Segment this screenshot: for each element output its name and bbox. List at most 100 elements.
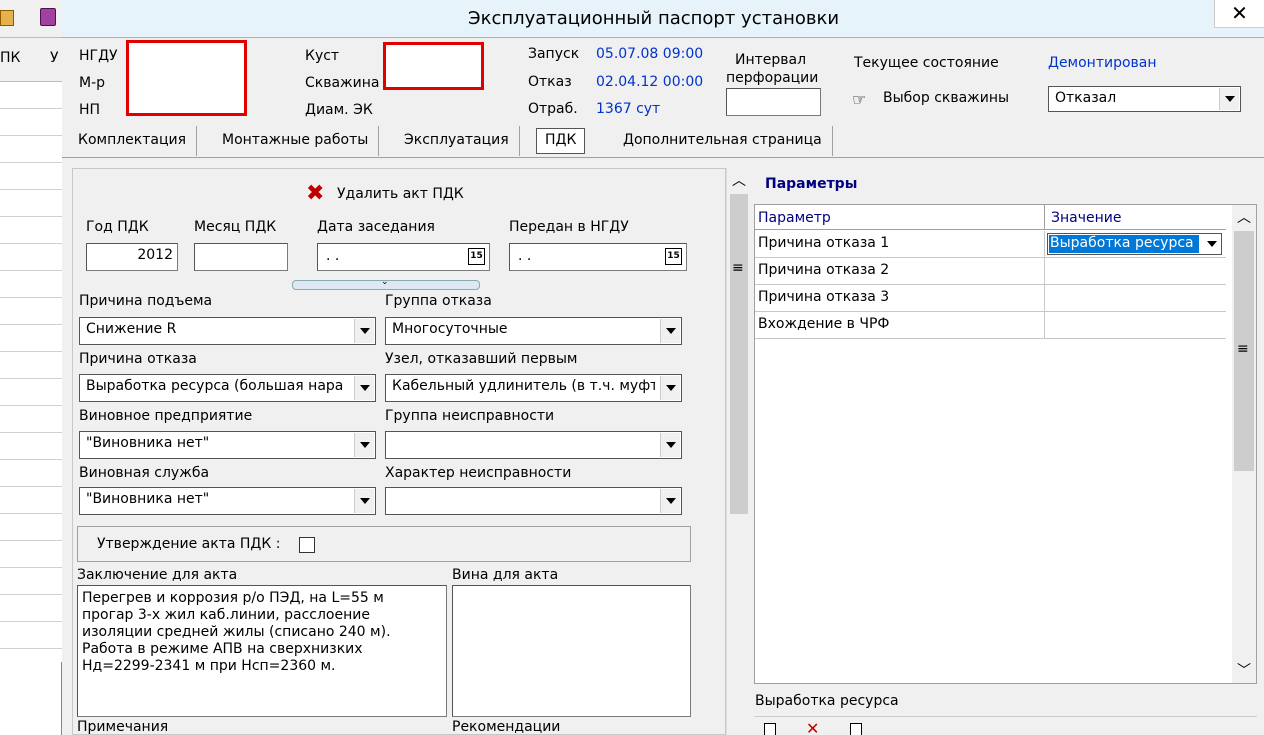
value-cell-editor[interactable]: Выработка ресурса xyxy=(1044,231,1226,257)
col-param-header[interactable]: Параметр xyxy=(758,210,831,226)
chevron-down-icon[interactable] xyxy=(354,319,374,343)
param-cell: Причина отказа 1 xyxy=(758,235,890,251)
otkaz-label: Отказ xyxy=(528,74,572,90)
zapusk-value: 05.07.08 09:00 xyxy=(596,46,704,62)
failure-group-label: Группа отказа xyxy=(385,293,492,309)
edit-document-icon[interactable] xyxy=(850,723,862,735)
chevron-down-icon[interactable] xyxy=(660,319,680,343)
chevron-down-icon: ⌄ xyxy=(381,277,389,287)
delete-act-button[interactable]: ✖ Удалить акт ПДК xyxy=(306,181,486,207)
red-cross-icon: ✖ xyxy=(306,181,325,206)
value-combo[interactable]: Выработка ресурса xyxy=(1047,233,1222,255)
table-row[interactable]: Причина отказа 1 Выработка ресурса xyxy=(755,231,1226,258)
pointing-hand-icon: ☞ xyxy=(852,90,867,109)
param-cell: Причина отказа 2 xyxy=(758,262,890,278)
col-value-header[interactable]: Значение xyxy=(1051,210,1121,226)
calendar-icon[interactable]: 15 xyxy=(665,248,682,265)
state-label: Текущее состояние xyxy=(854,55,999,71)
tab-montazh[interactable]: Монтажные работы xyxy=(212,126,380,156)
fault-group-combo[interactable] xyxy=(385,431,682,459)
first-node-value: Кабельный удлинитель (в т.ч. муфт xyxy=(392,378,655,394)
col-divider xyxy=(1044,205,1045,230)
background-grid xyxy=(0,82,62,662)
interval-label: Интервал xyxy=(735,52,807,68)
chevron-down-icon[interactable] xyxy=(660,376,680,400)
conclusion-textarea[interactable]: Перегрев и коррозия р/о ПЭД, на L=55 м п… xyxy=(77,585,447,717)
params-title: Параметры xyxy=(765,176,858,192)
failure-reason-combo[interactable]: Выработка ресурса (большая нара xyxy=(79,374,376,402)
failure-reason-value: Выработка ресурса (большая нара xyxy=(86,378,344,394)
fault-nature-combo[interactable] xyxy=(385,487,682,515)
approval-checkbox[interactable] xyxy=(299,537,315,553)
redacted-box-well xyxy=(383,42,484,90)
interval-input[interactable] xyxy=(726,88,821,116)
year-label: Год ПДК xyxy=(86,219,149,235)
meeting-date-input[interactable]: . . 15 xyxy=(317,243,490,271)
chevron-up-icon[interactable]: ︿ xyxy=(1237,207,1251,227)
chevron-down-icon[interactable] xyxy=(660,433,680,457)
form-scrollbar[interactable]: ︿ ≡ xyxy=(726,168,750,735)
skv-label: Скважина xyxy=(305,75,380,91)
book-icon[interactable] xyxy=(40,8,56,26)
chevron-down-icon[interactable] xyxy=(1219,88,1239,110)
calendar-icon[interactable]: 15 xyxy=(468,248,485,265)
value-cell[interactable] xyxy=(1044,258,1226,284)
np-label: НП xyxy=(79,102,101,118)
close-button[interactable]: ✕ xyxy=(1214,0,1264,28)
guilt-textarea[interactable] xyxy=(452,585,691,717)
param-cell: Причина отказа 3 xyxy=(758,289,890,305)
tab-ekspluataciya[interactable]: Эксплуатация xyxy=(394,126,520,156)
background-toolbar xyxy=(0,0,62,38)
splitter-handle[interactable]: ⌄ xyxy=(292,277,480,290)
conclusion-line: Перегрев и коррозия р/о ПЭД, на L=55 м xyxy=(82,590,384,606)
zapusk-label: Запуск xyxy=(528,46,580,62)
perforation-label: перфорации xyxy=(726,70,819,86)
month-input[interactable] xyxy=(194,243,288,271)
conclusion-line: изоляции средней жилы (списано 240 м). xyxy=(82,624,391,640)
approval-label: Утверждение акта ПДК : xyxy=(97,536,281,552)
chevron-down-icon[interactable] xyxy=(1207,241,1217,247)
failure-group-combo[interactable]: Многосуточные xyxy=(385,317,682,345)
chevron-down-icon[interactable] xyxy=(354,433,374,457)
delete-icon[interactable]: ✕ xyxy=(806,719,819,735)
params-status-text: Выработка ресурса xyxy=(755,693,899,709)
grid-scrollbar[interactable]: ︿ ≡ ﹀ xyxy=(1232,205,1256,683)
tab-dopolnitelnaya[interactable]: Дополнительная страница xyxy=(613,126,833,156)
chevron-down-icon[interactable] xyxy=(660,489,680,513)
new-document-icon[interactable] xyxy=(764,723,776,735)
lift-reason-combo[interactable]: Снижение R xyxy=(79,317,376,345)
scrollbar-thumb[interactable]: ≡ xyxy=(1234,231,1254,471)
otrab-value: 1367 сут xyxy=(596,101,661,117)
background-header: ПК У xyxy=(0,38,62,82)
lift-reason-value: Снижение R xyxy=(86,321,177,337)
kust-label: Куст xyxy=(305,48,340,64)
meeting-date-value: . . xyxy=(326,248,340,264)
table-row[interactable]: Причина отказа 3 xyxy=(755,285,1226,312)
tab-komplektaciya[interactable]: Комплектация xyxy=(68,126,198,156)
delete-act-label: Удалить акт ПДК xyxy=(337,186,464,202)
table-row[interactable]: Причина отказа 2 xyxy=(755,258,1226,285)
scrollbar-thumb[interactable]: ≡ xyxy=(730,194,748,514)
status-combo[interactable]: Отказал xyxy=(1048,86,1241,112)
guilty-company-combo[interactable]: "Виновника нет" xyxy=(79,431,376,459)
year-value: 2012 xyxy=(137,247,173,263)
tab-pdk[interactable]: ПДК xyxy=(536,128,586,154)
table-row[interactable]: Вхождение в ЧРФ xyxy=(755,312,1226,339)
value-cell[interactable] xyxy=(1044,285,1226,311)
first-node-combo[interactable]: Кабельный удлинитель (в т.ч. муфт xyxy=(385,374,682,402)
year-input[interactable]: 2012 xyxy=(86,243,178,271)
grip-icon: ≡ xyxy=(732,260,744,276)
grip-icon: ≡ xyxy=(1237,341,1249,357)
chevron-down-icon[interactable] xyxy=(354,376,374,400)
notes-label: Примечания xyxy=(77,719,169,735)
sent-date-input[interactable]: . . 15 xyxy=(509,243,687,271)
value-cell[interactable] xyxy=(1044,312,1226,338)
first-node-label: Узел, отказавший первым xyxy=(385,351,578,367)
guilty-service-combo[interactable]: "Виновника нет" xyxy=(79,487,376,515)
toolbar-icon[interactable] xyxy=(0,10,14,26)
otkaz-value: 02.04.12 00:00 xyxy=(596,74,704,90)
chevron-down-icon[interactable]: ﹀ xyxy=(1237,660,1251,680)
chevron-up-icon[interactable]: ︿ xyxy=(732,170,746,190)
chevron-down-icon[interactable] xyxy=(354,489,374,513)
select-well-button[interactable]: ☞ Выбор скважины xyxy=(852,88,1027,112)
